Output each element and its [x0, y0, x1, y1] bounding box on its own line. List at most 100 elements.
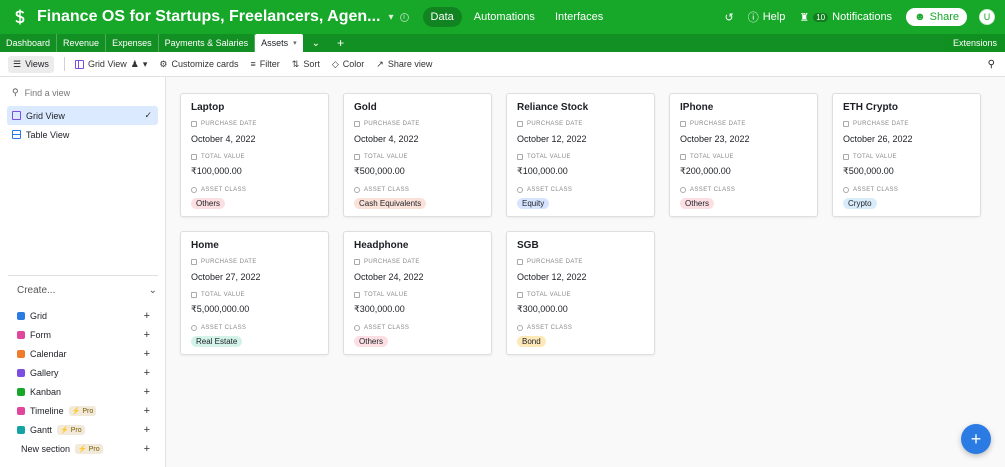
asset-card[interactable]: Headphone PURCHASE DATE October 24, 2022 TO…	[343, 231, 492, 355]
create-new-section-item[interactable]: New section ⚡ Pro +	[0, 439, 166, 458]
table-tab-assets-label: Assets	[261, 38, 289, 48]
chevron-down-icon[interactable]: ▾	[389, 12, 394, 23]
field-label-text: TOTAL VALUE	[690, 154, 734, 160]
field-label-asset-class: ASSET CLASS	[680, 187, 735, 193]
total-value: ₹300,000.00	[517, 304, 568, 314]
asset-card[interactable]: Home PURCHASE DATE October 27, 2022 TOTAL V…	[180, 231, 329, 355]
share-arrow-icon: ↗	[376, 58, 384, 69]
purchase-date-value: October 12, 2022	[517, 134, 587, 144]
table-tab-payments-salaries[interactable]: Payments & Salaries	[159, 34, 256, 52]
app-title[interactable]: Finance OS for Startups, Freelancers, Ag…	[37, 8, 381, 26]
check-icon: ✓	[144, 110, 152, 120]
field-label-text: PURCHASE DATE	[527, 121, 583, 127]
tab-automations[interactable]: Automations	[466, 7, 543, 27]
create-grid-item[interactable]: Grid +	[0, 306, 166, 325]
table-tab-expenses[interactable]: Expenses	[106, 34, 159, 52]
filter-label: Filter	[259, 59, 280, 69]
sort-button[interactable]: ⇅ Sort	[292, 59, 320, 70]
chevron-down-icon[interactable]: ▾	[293, 39, 297, 47]
calendar-icon	[191, 121, 197, 127]
create-kanban-item[interactable]: Kanban +	[0, 382, 166, 401]
extensions-button[interactable]: Extensions	[944, 34, 1005, 52]
help-button[interactable]: ⓘ Help	[748, 9, 786, 25]
timeline-icon	[17, 406, 25, 415]
notifications-count-badge: 10	[813, 12, 829, 22]
field-label-asset-class: ASSET CLASS	[843, 187, 898, 193]
asset-card[interactable]: Gold PURCHASE DATE October 4, 2022 TOTAL VA…	[343, 93, 492, 217]
asset-card[interactable]: SGB PURCHASE DATE October 12, 2022 TOTAL VA…	[506, 231, 655, 355]
pro-label: Pro	[70, 426, 82, 434]
asset-class-badge: Real Estate	[191, 336, 243, 347]
currency-icon	[354, 154, 360, 160]
find-view-input[interactable]: ⚲ Find a view	[12, 87, 165, 98]
asset-card[interactable]: Reliance Stock PURCHASE DATE October 12, 2…	[506, 93, 655, 217]
color-button[interactable]: ◇ Color	[332, 59, 364, 70]
field-label-purchase-date: PURCHASE DATE	[354, 259, 420, 265]
currency-icon	[354, 292, 360, 298]
create-section-toggle[interactable]: Create... ⌄	[17, 285, 157, 296]
sidebar-item-table-view[interactable]: Table View	[7, 125, 158, 144]
field-label-asset-class: ASSET CLASS	[191, 187, 246, 193]
add-table-plus-icon[interactable]: +	[329, 34, 352, 52]
view-switcher[interactable]: Grid View ♟ ▾	[74, 59, 147, 70]
create-item-label: Gantt	[30, 424, 53, 435]
asset-card[interactable]: ETH Crypto PURCHASE DATE October 26, 2022 T…	[832, 93, 981, 217]
field-label-purchase-date: PURCHASE DATE	[191, 121, 257, 127]
table-tab-revenue[interactable]: Revenue	[57, 34, 107, 52]
form-icon	[17, 330, 25, 339]
field-label-purchase-date: PURCHASE DATE	[517, 259, 583, 265]
share-button[interactable]: ☻ Share	[906, 8, 967, 26]
asset-class-badge: Others	[680, 198, 715, 209]
filter-button[interactable]: ≡ Filter	[251, 59, 280, 69]
calendar-icon	[517, 259, 523, 265]
field-label-asset-class: ASSET CLASS	[354, 325, 409, 331]
asset-class-badge: Equity	[517, 198, 550, 209]
views-toggle-button[interactable]: ☰ Views	[8, 55, 54, 73]
table-tab-dashboard[interactable]: Dashboard	[0, 34, 58, 52]
share-view-label: Share view	[387, 59, 433, 69]
create-calendar-item[interactable]: Calendar +	[0, 344, 166, 363]
app-logo-icon[interactable]	[12, 8, 28, 26]
search-icon[interactable]: ⚲	[988, 59, 995, 70]
field-label-text: ASSET CLASS	[690, 187, 736, 193]
card-title: IPhone	[680, 102, 714, 113]
notifications-button[interactable]: ♜ 10 Notifications	[799, 11, 892, 24]
chevron-down-icon: ⌄	[148, 285, 157, 296]
calendar-icon	[354, 259, 360, 265]
customize-cards-button[interactable]: ⚙ Customize cards	[159, 59, 238, 70]
gantt-icon	[17, 425, 25, 434]
more-tables-chevron-icon[interactable]: ⌄	[303, 34, 329, 52]
field-label-text: ASSET CLASS	[853, 187, 899, 193]
info-icon[interactable]: i	[399, 12, 409, 22]
view-toolbar: ☰ Views Grid View ♟ ▾ ⚙ Customize cards …	[0, 52, 1005, 77]
views-label: Views	[25, 59, 49, 69]
create-gallery-item[interactable]: Gallery +	[0, 363, 166, 382]
asset-card[interactable]: IPhone PURCHASE DATE October 23, 2022 TOTAL…	[669, 93, 818, 217]
table-tab-assets[interactable]: Assets ▾	[255, 34, 303, 52]
total-value: ₹500,000.00	[843, 166, 894, 176]
avatar[interactable]: U	[979, 9, 995, 25]
calendar-icon	[517, 121, 523, 127]
notifications-label: Notifications	[832, 11, 893, 23]
create-gantt-item[interactable]: Gantt ⚡ Pro +	[0, 420, 166, 439]
history-icon[interactable]: ↺	[725, 11, 734, 24]
field-label-text: PURCHASE DATE	[201, 259, 257, 265]
field-label-text: PURCHASE DATE	[853, 121, 909, 127]
sidebar-item-grid-view[interactable]: Grid View ✓	[7, 106, 158, 125]
create-item-label: Grid	[30, 310, 48, 321]
select-icon	[354, 325, 360, 331]
field-label-total-value: TOTAL VALUE	[517, 292, 571, 298]
field-label-purchase-date: PURCHASE DATE	[680, 121, 746, 127]
asset-class-badge: Crypto	[843, 198, 877, 209]
add-record-button[interactable]: +	[961, 424, 991, 454]
asset-card[interactable]: Laptop PURCHASE DATE October 4, 2022 TOTAL …	[180, 93, 329, 217]
help-label: Help	[762, 11, 786, 23]
kanban-icon	[17, 387, 25, 396]
tab-data[interactable]: Data	[422, 7, 462, 27]
tab-interfaces[interactable]: Interfaces	[547, 7, 611, 27]
share-view-button[interactable]: ↗ Share view	[376, 59, 432, 70]
help-icon: ⓘ	[747, 12, 759, 24]
create-form-item[interactable]: Form +	[0, 325, 166, 344]
create-timeline-item[interactable]: Timeline ⚡ Pro +	[0, 401, 166, 420]
calendar-icon	[17, 349, 25, 358]
